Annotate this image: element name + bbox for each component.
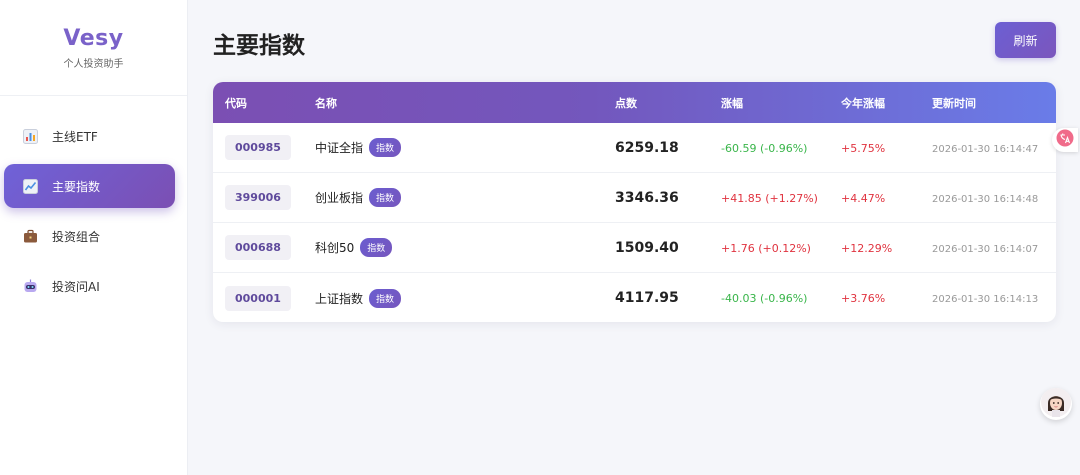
sidebar-item-etf[interactable]: 主线ETF [4, 114, 175, 158]
index-ytd: +3.76% [841, 292, 886, 305]
sidebar-item-label: 投资组合 [52, 229, 101, 244]
bar-chart-icon [22, 128, 38, 144]
sidebar-item-label: 主线ETF [52, 129, 98, 144]
sidebar-nav: 主线ETF 主要指数 投资组合 投资问AI [0, 96, 187, 308]
brand: Vesy 个人投资助手 [0, 0, 187, 96]
index-name: 创业板指 [315, 191, 364, 205]
index-code: 000001 [225, 285, 291, 311]
index-change: +1.76 (+0.12%) [721, 241, 811, 255]
header-price: 点数 [615, 96, 637, 110]
sidebar-item-label: 主要指数 [52, 179, 101, 194]
index-code: 000688 [225, 235, 291, 260]
index-change: -40.03 (-0.96%) [721, 292, 808, 305]
sidebar-item-label: 投资问AI [52, 279, 100, 294]
index-change: -60.59 (-0.96%) [721, 141, 808, 155]
header-time: 更新时间 [932, 96, 976, 110]
assistant-avatar-button[interactable] [1040, 388, 1072, 420]
index-tag: 指数 [369, 188, 402, 207]
index-tag: 指数 [369, 288, 402, 308]
indices-table: 代码 名称 点数 涨幅 今年涨幅 更新时间 000985 中证全指 指数 6259… [213, 82, 1056, 322]
table-row[interactable]: 000001 上证指数 指数 4117.95 -40.03 (-0.96%) +3… [213, 273, 1056, 322]
sidebar-item-ai[interactable]: 投资问AI [4, 264, 175, 308]
index-ytd: +12.29% [841, 241, 893, 255]
brand-name: Vesy [63, 26, 124, 51]
translate-icon [1056, 129, 1074, 151]
briefcase-icon [22, 228, 38, 244]
index-price: 4117.95 [615, 290, 679, 306]
sidebar-item-indices[interactable]: 主要指数 [4, 164, 175, 208]
line-chart-icon [22, 178, 38, 194]
table-row[interactable]: 000688 科创50 指数 1509.40 +1.76 (+0.12%) +12… [213, 223, 1056, 273]
page-title: 主要指数 [213, 33, 305, 59]
update-time: 2026-01-30 16:14:47 [932, 143, 1039, 155]
avatar-icon [1041, 388, 1071, 420]
index-code: 399006 [225, 185, 291, 210]
header-code: 代码 [225, 96, 247, 110]
index-price: 6259.18 [615, 139, 679, 156]
index-name: 中证全指 [315, 141, 364, 155]
refresh-button[interactable]: 刷新 [995, 22, 1056, 58]
table-row[interactable]: 000985 中证全指 指数 6259.18 -60.59 (-0.96%) +5… [213, 123, 1056, 173]
index-ytd: +5.75% [841, 141, 886, 155]
update-time: 2026-01-30 16:14:48 [932, 193, 1039, 205]
index-price: 1509.40 [615, 239, 679, 256]
index-code: 000985 [225, 135, 291, 160]
header-ytd: 今年涨幅 [841, 96, 885, 110]
robot-icon [22, 278, 38, 294]
header-name: 名称 [315, 96, 337, 110]
index-change: +41.85 (+1.27%) [721, 191, 818, 205]
table-row[interactable]: 399006 创业板指 指数 3346.36 +41.85 (+1.27%) +4… [213, 173, 1056, 223]
index-ytd: +4.47% [841, 191, 886, 205]
update-time: 2026-01-30 16:14:13 [932, 294, 1039, 305]
index-price: 3346.36 [615, 189, 679, 206]
header-change: 涨幅 [721, 96, 743, 110]
main-content: 主要指数 刷新 代码 名称 点数 涨幅 今年涨幅 更新时间 000985 中证全… [188, 0, 1080, 475]
index-tag: 指数 [369, 138, 402, 157]
table-header: 代码 名称 点数 涨幅 今年涨幅 更新时间 [213, 82, 1056, 123]
index-name: 上证指数 [315, 291, 364, 306]
brand-subtitle: 个人投资助手 [63, 59, 124, 70]
sidebar-item-portfolio[interactable]: 投资组合 [4, 214, 175, 258]
translate-button[interactable] [1052, 128, 1078, 152]
index-name: 科创50 [315, 241, 355, 255]
update-time: 2026-01-30 16:14:07 [932, 243, 1039, 255]
sidebar: Vesy 个人投资助手 主线ETF 主要指数 投资组合 投资问AI [0, 0, 188, 475]
index-tag: 指数 [360, 238, 393, 257]
